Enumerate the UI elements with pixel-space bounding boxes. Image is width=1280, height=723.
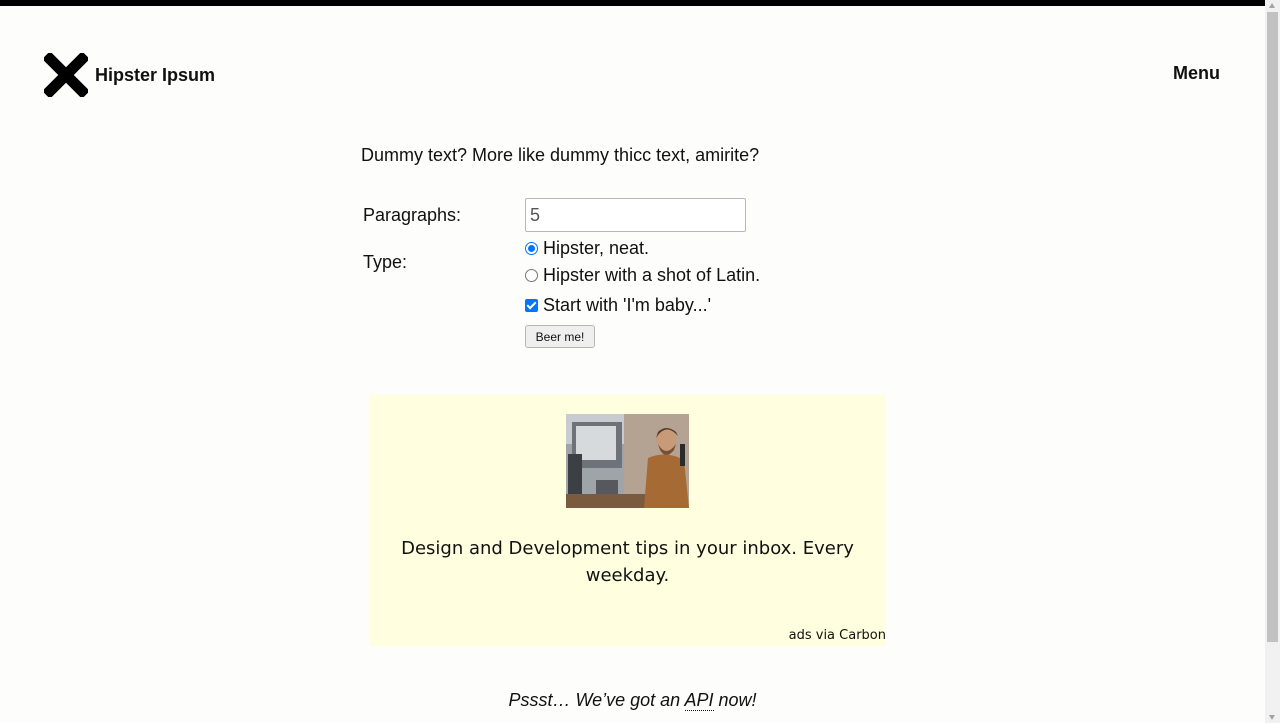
type-label: Type: xyxy=(363,252,408,272)
start-with-option[interactable]: Start with 'I'm baby...' xyxy=(524,295,711,316)
site-name: Hipster Ipsum xyxy=(95,64,216,85)
type-option-hipster-neat[interactable]: Hipster, neat. xyxy=(524,238,649,259)
api-note: Pssst… We’ve got an API now! xyxy=(0,690,1265,711)
paragraphs-label: Paragraphs: xyxy=(363,205,462,225)
radio-hipster-neat[interactable] xyxy=(525,242,538,255)
tagline: Dummy text? More like dummy thicc text, … xyxy=(361,145,760,165)
top-bar xyxy=(0,0,1265,6)
type-option-label: Hipster, neat. xyxy=(543,238,650,258)
carbon-ad: Design and Development tips in your inbo… xyxy=(369,395,886,646)
x-mark-icon xyxy=(44,53,88,97)
site-logo[interactable]: Hipster Ipsum xyxy=(44,53,215,97)
start-with-label: Start with 'I'm baby...' xyxy=(543,295,712,315)
api-link[interactable]: API xyxy=(684,690,714,711)
start-with-checkbox[interactable] xyxy=(525,299,538,312)
ad-text[interactable]: Design and Development tips in your inbo… xyxy=(369,535,886,589)
scroll-down-arrow-icon[interactable] xyxy=(1269,715,1275,720)
radio-hipster-latin[interactable] xyxy=(525,269,538,282)
scroll-up-arrow-icon[interactable] xyxy=(1269,3,1275,8)
api-note-suffix: now! xyxy=(713,690,757,710)
ads-via-carbon-link[interactable]: ads via Carbon xyxy=(789,628,886,643)
ad-image[interactable] xyxy=(566,414,689,508)
menu-button[interactable]: Menu xyxy=(1173,63,1220,84)
type-option-label: Hipster with a shot of Latin. xyxy=(543,265,761,285)
paragraphs-input[interactable] xyxy=(525,198,746,232)
api-note-prefix: Pssst… We’ve got an xyxy=(508,690,685,710)
beer-me-button[interactable]: Beer me! xyxy=(525,325,595,348)
scrollbar-thumb[interactable] xyxy=(1267,12,1278,642)
vertical-scrollbar[interactable] xyxy=(1265,0,1280,723)
type-option-hipster-latin[interactable]: Hipster with a shot of Latin. xyxy=(524,265,760,286)
